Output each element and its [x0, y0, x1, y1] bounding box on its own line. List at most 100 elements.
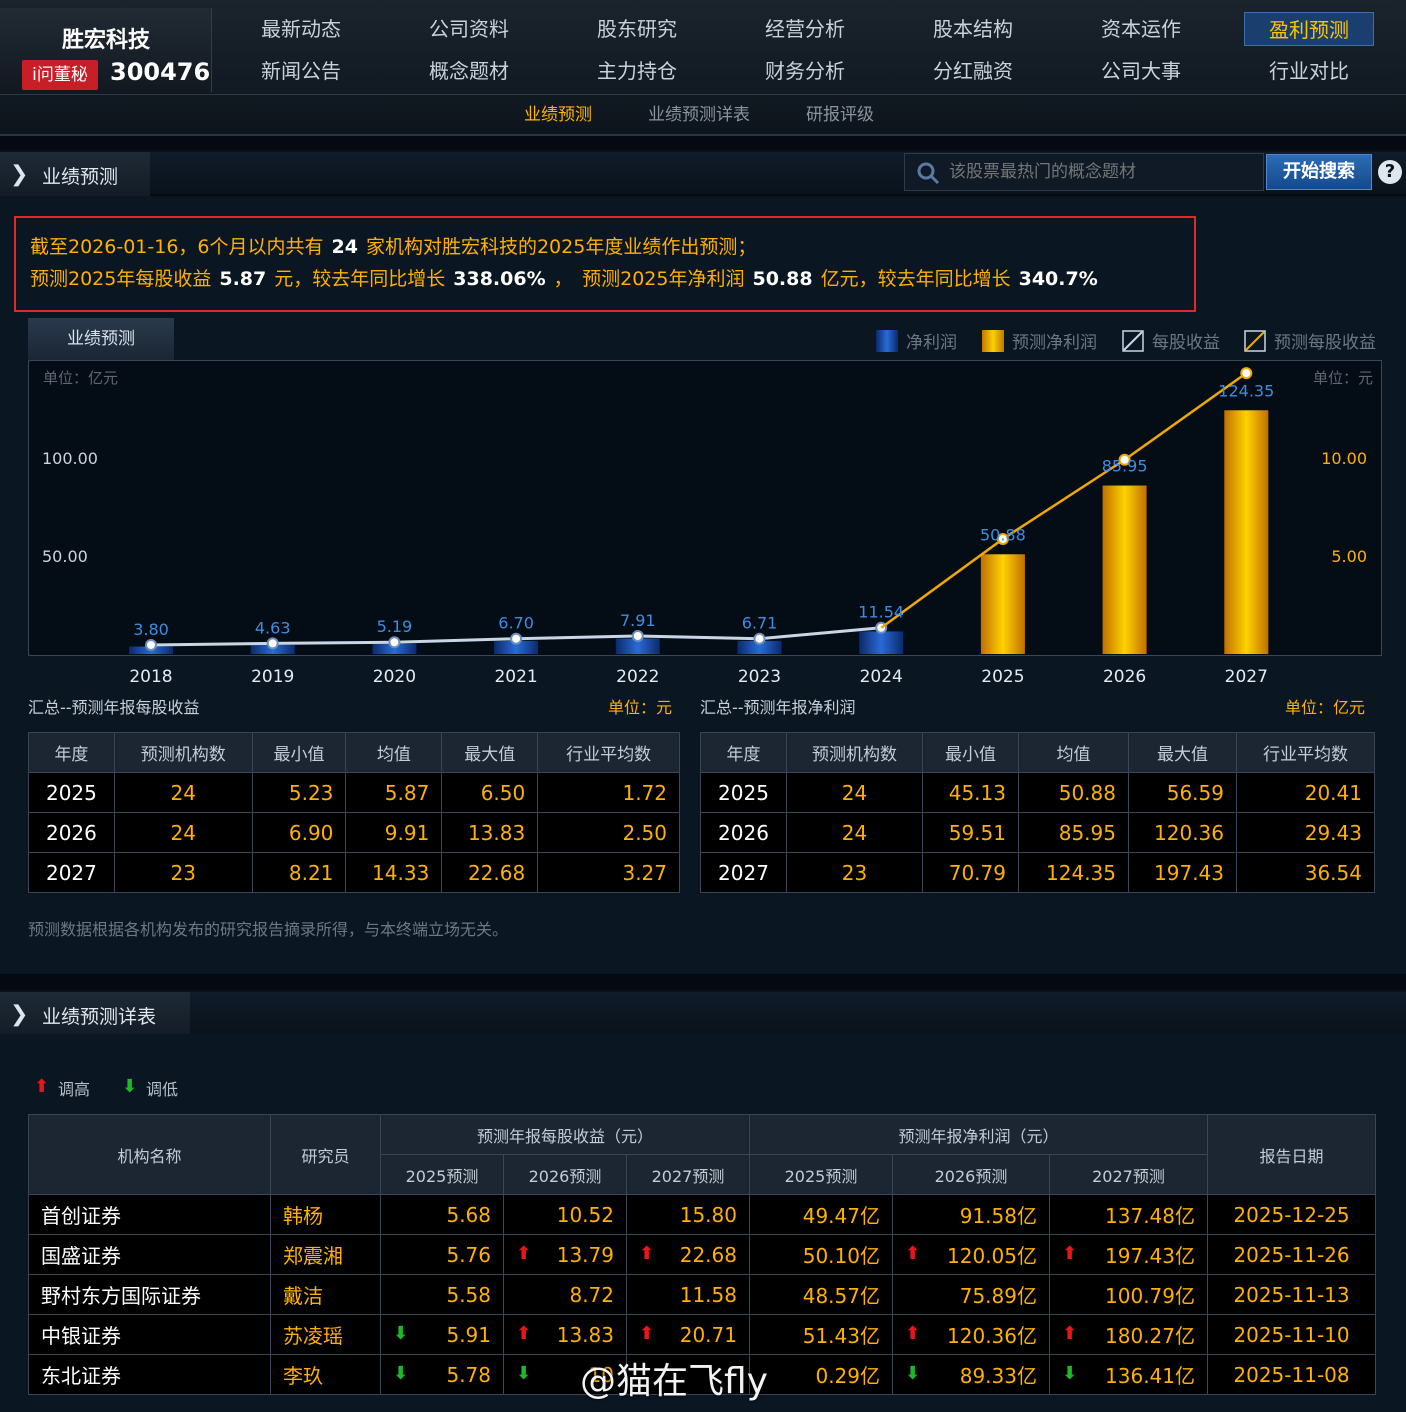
- subnav-research-rating[interactable]: 研报评级: [806, 100, 874, 125]
- forecast-value: 50.10亿: [802, 1244, 880, 1268]
- subnav-forecast-detail[interactable]: 业绩预测详表: [648, 100, 750, 125]
- subnav-forecast[interactable]: 业绩预测: [524, 100, 592, 125]
- arrow-up-icon: ⬆: [905, 1323, 921, 1344]
- nav-item[interactable]: 股东研究: [572, 12, 702, 46]
- nav-item[interactable]: 最新动态: [236, 12, 366, 46]
- col-profit-2025: 2025预测: [749, 1154, 893, 1195]
- forecast-value: 197.43亿: [1105, 1244, 1195, 1268]
- forecast-value: 100.79亿: [1105, 1284, 1195, 1308]
- col-eps-group: 预测年报每股收益（元）: [380, 1114, 750, 1155]
- analyst-name[interactable]: 苏凌瑶: [270, 1314, 381, 1355]
- forecast-value-cell: ⬆ 13.79: [503, 1234, 627, 1275]
- nav-item[interactable]: 主力持仓: [572, 54, 702, 88]
- arrow-up-icon: ⬆: [516, 1323, 532, 1344]
- legend-forecast-eps[interactable]: 预测每股收益: [1274, 328, 1376, 353]
- analyst-name[interactable]: 戴洁: [270, 1274, 381, 1315]
- forecast-eps-point[interactable]: [1240, 367, 1253, 380]
- report-date: 2025-12-25: [1207, 1194, 1376, 1235]
- eps-point[interactable]: [388, 636, 401, 649]
- col-profit-2027: 2027预测: [1049, 1154, 1208, 1195]
- summary-cell: 2026: [700, 812, 787, 853]
- nav-item[interactable]: 股本结构: [908, 12, 1038, 46]
- eps-summary-table: 年度 预测机构数 最小值 均值 最大值 行业平均数 2025 24 5.23 5.87 6.50 1.…: [28, 732, 680, 893]
- table-row[interactable]: 首创证券 韩杨 5.68 10.52 15.80 49.47亿 91.58亿 137.48亿 2…: [28, 1194, 1376, 1235]
- legend-net-profit[interactable]: 净利润: [906, 328, 957, 353]
- summary-header: 年度: [28, 732, 115, 773]
- summary-cell: 3.27: [537, 852, 680, 893]
- report-date: 2025-11-26: [1207, 1234, 1376, 1275]
- data-label: 3.80: [133, 620, 169, 639]
- eps-point[interactable]: [266, 637, 279, 650]
- table-row[interactable]: 野村东方国际证券 戴洁 5.58 8.72 11.58 48.57亿 75.89亿 100.7…: [28, 1274, 1376, 1315]
- forecast-value: 180.27亿: [1105, 1324, 1195, 1348]
- summary-cell: 45.13: [922, 772, 1019, 813]
- legend-eps[interactable]: 每股收益: [1152, 328, 1220, 353]
- y-right-tick: 5.00: [1331, 547, 1367, 566]
- summary-cell: 22.68: [441, 852, 539, 893]
- analyst-name[interactable]: 韩杨: [270, 1194, 381, 1235]
- forecast-value-cell: 5.58: [380, 1274, 504, 1315]
- col-profit-group: 预测年报净利润（元）: [749, 1114, 1208, 1155]
- chart-tab-forecast[interactable]: 业绩预测: [28, 318, 174, 360]
- forecast-value-cell: 49.47亿: [749, 1194, 893, 1235]
- analyst-name[interactable]: 郑震湘: [270, 1234, 381, 1275]
- analyst-name[interactable]: 李玖: [270, 1354, 381, 1395]
- forecast-value-cell: 137.48亿: [1049, 1194, 1208, 1235]
- summary-header: 预测机构数: [113, 732, 253, 773]
- summary-cell: 50.88: [1018, 772, 1129, 813]
- nav-item[interactable]: 公司大事: [1076, 54, 1206, 88]
- profit-summary-unit: 单位：亿元: [1285, 698, 1366, 717]
- eps-summary-title: 汇总--预测年报每股收益: [28, 698, 200, 717]
- nav-item[interactable]: 概念题材: [404, 54, 534, 88]
- summary-cell: 24: [113, 812, 253, 853]
- eps-point[interactable]: [145, 638, 157, 651]
- legend-forecast-profit[interactable]: 预测净利润: [1012, 328, 1097, 353]
- forecast-value: 13.83: [556, 1322, 614, 1347]
- search-icon: [917, 162, 940, 185]
- bar-forecast-profit[interactable]: [1224, 410, 1269, 654]
- help-icon[interactable]: ?: [1378, 160, 1402, 184]
- forecast-value-cell: 5.76: [380, 1234, 504, 1275]
- summary-cell: 8.21: [251, 852, 347, 893]
- nav-item[interactable]: 资本运作: [1076, 12, 1206, 46]
- table-row[interactable]: 中银证券 苏凌瑶 ⬇ 5.91 ⬆ 13.83 ⬆ 20.71 51.43亿 ⬆ 120.36亿 ⬆ 1…: [28, 1314, 1376, 1355]
- report-date: 2025-11-13: [1207, 1274, 1376, 1315]
- eps-point[interactable]: [631, 629, 644, 642]
- forecast-value-cell: ⬇ 5.78: [380, 1354, 504, 1395]
- summary-cell: 29.43: [1236, 812, 1375, 853]
- nav-item[interactable]: 盈利预测: [1244, 12, 1374, 46]
- table-row[interactable]: 国盛证券 郑震湘 5.76 ⬆ 13.79 ⬆ 22.68 50.10亿 ⬆ 120.05亿 ⬆ 19…: [28, 1234, 1376, 1275]
- bar-forecast-profit[interactable]: [980, 554, 1025, 654]
- section-header-detail: ❯ 业绩预测详表: [0, 990, 1406, 1036]
- nav-item[interactable]: 行业对比: [1244, 54, 1374, 88]
- x-tick-label: 2020: [373, 667, 416, 687]
- forecast-value: 5.58: [446, 1282, 491, 1307]
- summary-cell: 24: [786, 812, 923, 853]
- nav-item[interactable]: 经营分析: [740, 12, 870, 46]
- forecast-value: 5.78: [446, 1362, 491, 1387]
- col-analyst: 研究员: [270, 1114, 381, 1195]
- summary-cell: 2026: [28, 812, 115, 853]
- nav-item[interactable]: 财务分析: [740, 54, 870, 88]
- nav-item[interactable]: 公司资料: [404, 12, 534, 46]
- bar-net-profit[interactable]: [859, 631, 904, 654]
- alert-text: ， 预测2025年净利润: [553, 268, 745, 290]
- ask-secretary-badge[interactable]: i问董秘: [22, 60, 98, 90]
- summary-cell: 23: [786, 852, 923, 893]
- bar-forecast-profit[interactable]: [1102, 485, 1147, 654]
- col-eps-2027: 2027预测: [626, 1154, 750, 1195]
- nav-item[interactable]: 新闻公告: [236, 54, 366, 88]
- eps-point[interactable]: [510, 632, 523, 645]
- search-input[interactable]: [949, 154, 1249, 190]
- eps-point[interactable]: [753, 632, 766, 645]
- forecast-value-cell: ⬇ 136.41亿: [1049, 1354, 1208, 1395]
- legend-raised: 调高: [58, 1080, 91, 1099]
- arrow-up-icon: ⬆: [1062, 1243, 1078, 1264]
- forecast-value: 20.71: [679, 1322, 737, 1347]
- section-title-box: ❯ 业绩预测: [0, 152, 150, 196]
- table-row: 2025 24 45.13 50.88 56.59 20.41: [700, 772, 1375, 813]
- alert-text: 截至2026-01-16，6个月以内共有: [30, 236, 324, 258]
- data-label: 4.63: [255, 618, 291, 637]
- nav-item[interactable]: 分红融资: [908, 54, 1038, 88]
- search-button[interactable]: 开始搜索: [1266, 154, 1372, 190]
